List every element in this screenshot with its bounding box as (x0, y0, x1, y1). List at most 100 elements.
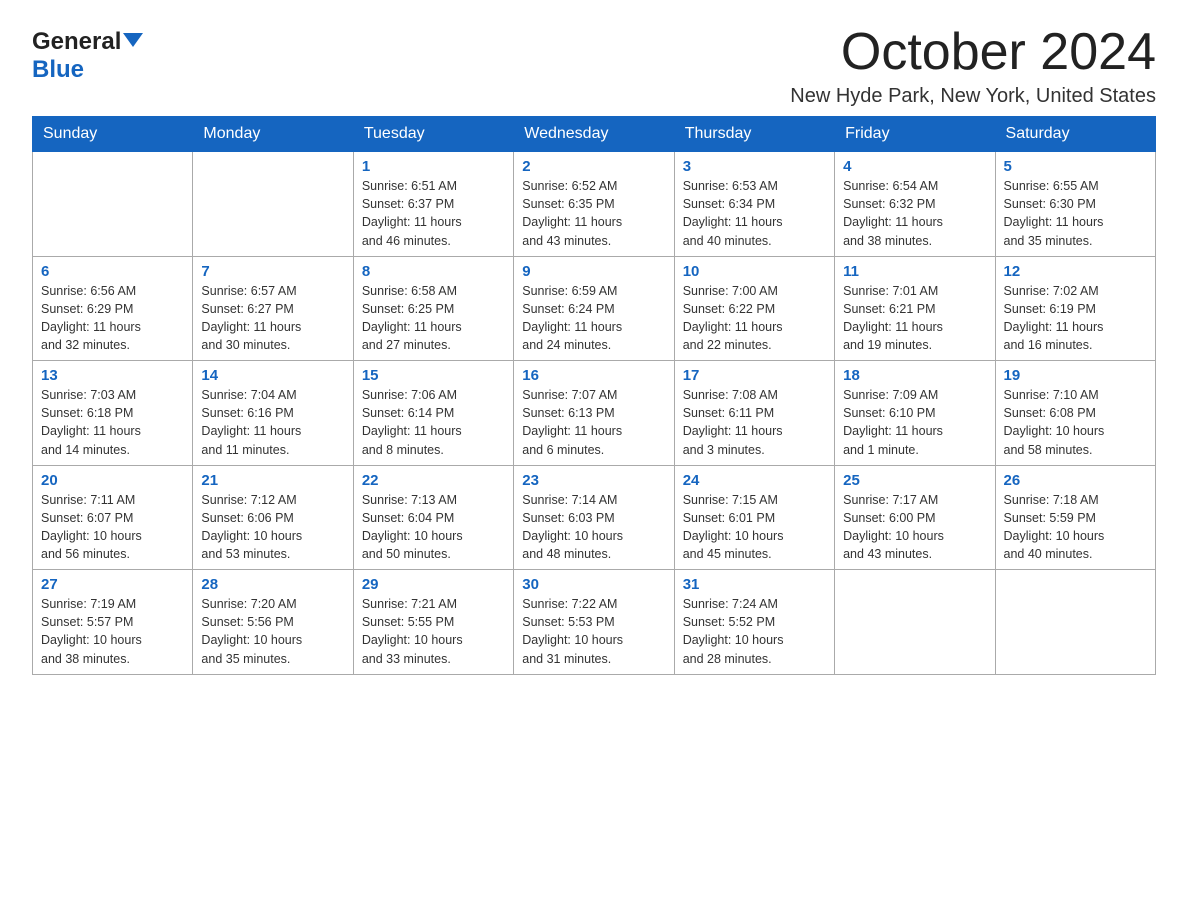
location-title: New Hyde Park, New York, United States (790, 85, 1156, 108)
calendar-week-row: 27Sunrise: 7:19 AMSunset: 5:57 PMDayligh… (33, 570, 1156, 675)
day-number: 11 (843, 263, 986, 280)
weekday-header-thursday: Thursday (674, 117, 834, 152)
day-number: 5 (1004, 158, 1147, 175)
calendar-cell: 9 Sunrise: 6:59 AMSunset: 6:24 PMDaylight… (514, 256, 674, 361)
calendar-week-row: 6Sunrise: 6:56 AMSunset: 6:29 PMDaylight… (33, 256, 1156, 361)
day-number: 21 (201, 472, 344, 489)
day-number: 8 (362, 263, 505, 280)
day-number: 3 (683, 158, 826, 175)
day-info: Sunrise: 7:20 AMSunset: 5:56 PMDaylight:… (201, 595, 344, 668)
day-number: 7 (201, 263, 344, 280)
calendar-cell: 5 Sunrise: 6:55 AMSunset: 6:30 PMDaylight… (995, 152, 1155, 257)
calendar-cell: 14 Sunrise: 7:04 AMSunset: 6:16 PMDayligh… (193, 361, 353, 466)
calendar-cell: 24 Sunrise: 7:15 AMSunset: 6:01 PMDayligh… (674, 465, 834, 570)
day-number: 29 (362, 576, 505, 593)
day-info: Sunrise: 7:04 AMSunset: 6:16 PMDaylight:… (201, 386, 344, 459)
day-number: 20 (41, 472, 184, 489)
calendar-cell: 23Sunrise: 7:14 AMSunset: 6:03 PMDayligh… (514, 465, 674, 570)
calendar-cell: 18Sunrise: 7:09 AMSunset: 6:10 PMDayligh… (835, 361, 995, 466)
calendar-cell: 2 Sunrise: 6:52 AMSunset: 6:35 PMDaylight… (514, 152, 674, 257)
day-number: 26 (1004, 472, 1147, 489)
day-info: Sunrise: 7:15 AMSunset: 6:01 PMDaylight:… (683, 491, 826, 564)
calendar-cell: 7 Sunrise: 6:57 AMSunset: 6:27 PMDaylight… (193, 256, 353, 361)
day-number: 28 (201, 576, 344, 593)
calendar-cell: 13 Sunrise: 7:03 AMSunset: 6:18 PMDayligh… (33, 361, 193, 466)
day-info: Sunrise: 7:17 AMSunset: 6:00 PMDaylight:… (843, 491, 986, 564)
day-info: Sunrise: 7:06 AMSunset: 6:14 PMDaylight:… (362, 386, 505, 459)
day-number: 16 (522, 367, 665, 384)
day-number: 31 (683, 576, 826, 593)
calendar-cell: 6Sunrise: 6:56 AMSunset: 6:29 PMDaylight… (33, 256, 193, 361)
day-info: Sunrise: 7:14 AMSunset: 6:03 PMDaylight:… (522, 491, 665, 564)
day-info: Sunrise: 6:57 AMSunset: 6:27 PMDaylight:… (201, 282, 344, 355)
day-info: Sunrise: 7:11 AMSunset: 6:07 PMDaylight:… (41, 491, 184, 564)
calendar-week-row: 20 Sunrise: 7:11 AMSunset: 6:07 PMDayligh… (33, 465, 1156, 570)
calendar-cell: 1 Sunrise: 6:51 AMSunset: 6:37 PMDaylight… (353, 152, 513, 257)
day-info: Sunrise: 7:03 AMSunset: 6:18 PMDaylight:… (41, 386, 184, 459)
calendar-cell: 29 Sunrise: 7:21 AMSunset: 5:55 PMDayligh… (353, 570, 513, 675)
logo-triangle-icon (123, 33, 143, 47)
calendar-cell: 30 Sunrise: 7:22 AMSunset: 5:53 PMDayligh… (514, 570, 674, 675)
weekday-header-row: SundayMondayTuesdayWednesdayThursdayFrid… (33, 117, 1156, 152)
month-title: October 2024 (790, 24, 1156, 81)
day-number: 13 (41, 367, 184, 384)
day-info: Sunrise: 6:59 AMSunset: 6:24 PMDaylight:… (522, 282, 665, 355)
day-info: Sunrise: 7:00 AMSunset: 6:22 PMDaylight:… (683, 282, 826, 355)
weekday-header-wednesday: Wednesday (514, 117, 674, 152)
day-info: Sunrise: 6:51 AMSunset: 6:37 PMDaylight:… (362, 177, 505, 250)
day-info: Sunrise: 7:22 AMSunset: 5:53 PMDaylight:… (522, 595, 665, 668)
weekday-header-sunday: Sunday (33, 117, 193, 152)
day-number: 9 (522, 263, 665, 280)
logo-general-text: General (32, 28, 121, 56)
calendar-header: SundayMondayTuesdayWednesdayThursdayFrid… (33, 117, 1156, 152)
day-info: Sunrise: 7:12 AMSunset: 6:06 PMDaylight:… (201, 491, 344, 564)
calendar-cell: 22Sunrise: 7:13 AMSunset: 6:04 PMDayligh… (353, 465, 513, 570)
calendar-cell: 19Sunrise: 7:10 AMSunset: 6:08 PMDayligh… (995, 361, 1155, 466)
day-info: Sunrise: 6:55 AMSunset: 6:30 PMDaylight:… (1004, 177, 1147, 250)
day-number: 10 (683, 263, 826, 280)
day-info: Sunrise: 7:18 AMSunset: 5:59 PMDaylight:… (1004, 491, 1147, 564)
weekday-header-saturday: Saturday (995, 117, 1155, 152)
calendar-cell: 8 Sunrise: 6:58 AMSunset: 6:25 PMDaylight… (353, 256, 513, 361)
day-number: 14 (201, 367, 344, 384)
day-number: 30 (522, 576, 665, 593)
calendar-cell: 17 Sunrise: 7:08 AMSunset: 6:11 PMDayligh… (674, 361, 834, 466)
calendar-cell (835, 570, 995, 675)
calendar-week-row: 1 Sunrise: 6:51 AMSunset: 6:37 PMDaylight… (33, 152, 1156, 257)
calendar-cell (995, 570, 1155, 675)
calendar-cell: 26 Sunrise: 7:18 AMSunset: 5:59 PMDayligh… (995, 465, 1155, 570)
calendar-cell: 16Sunrise: 7:07 AMSunset: 6:13 PMDayligh… (514, 361, 674, 466)
day-info: Sunrise: 7:10 AMSunset: 6:08 PMDaylight:… (1004, 386, 1147, 459)
day-number: 12 (1004, 263, 1147, 280)
day-info: Sunrise: 7:24 AMSunset: 5:52 PMDaylight:… (683, 595, 826, 668)
day-info: Sunrise: 7:19 AMSunset: 5:57 PMDaylight:… (41, 595, 184, 668)
day-info: Sunrise: 6:56 AMSunset: 6:29 PMDaylight:… (41, 282, 184, 355)
day-number: 2 (522, 158, 665, 175)
day-info: Sunrise: 6:52 AMSunset: 6:35 PMDaylight:… (522, 177, 665, 250)
day-info: Sunrise: 7:02 AMSunset: 6:19 PMDaylight:… (1004, 282, 1147, 355)
day-info: Sunrise: 7:13 AMSunset: 6:04 PMDaylight:… (362, 491, 505, 564)
day-info: Sunrise: 7:21 AMSunset: 5:55 PMDaylight:… (362, 595, 505, 668)
weekday-header-tuesday: Tuesday (353, 117, 513, 152)
day-number: 24 (683, 472, 826, 489)
calendar-cell: 10 Sunrise: 7:00 AMSunset: 6:22 PMDayligh… (674, 256, 834, 361)
calendar-week-row: 13 Sunrise: 7:03 AMSunset: 6:18 PMDayligh… (33, 361, 1156, 466)
day-info: Sunrise: 6:54 AMSunset: 6:32 PMDaylight:… (843, 177, 986, 250)
calendar-cell: 25 Sunrise: 7:17 AMSunset: 6:00 PMDayligh… (835, 465, 995, 570)
calendar-cell: 3 Sunrise: 6:53 AMSunset: 6:34 PMDaylight… (674, 152, 834, 257)
day-info: Sunrise: 6:58 AMSunset: 6:25 PMDaylight:… (362, 282, 505, 355)
day-info: Sunrise: 7:08 AMSunset: 6:11 PMDaylight:… (683, 386, 826, 459)
day-number: 18 (843, 367, 986, 384)
calendar-cell: 4Sunrise: 6:54 AMSunset: 6:32 PMDaylight… (835, 152, 995, 257)
calendar-cell (193, 152, 353, 257)
page-header: General Blue October 2024 New Hyde Park,… (32, 24, 1156, 108)
calendar-cell: 15Sunrise: 7:06 AMSunset: 6:14 PMDayligh… (353, 361, 513, 466)
calendar-body: 1 Sunrise: 6:51 AMSunset: 6:37 PMDaylight… (33, 152, 1156, 675)
day-number: 17 (683, 367, 826, 384)
title-area: October 2024 New Hyde Park, New York, Un… (790, 24, 1156, 108)
day-number: 25 (843, 472, 986, 489)
day-info: Sunrise: 6:53 AMSunset: 6:34 PMDaylight:… (683, 177, 826, 250)
day-number: 1 (362, 158, 505, 175)
calendar-cell (33, 152, 193, 257)
calendar-cell: 12 Sunrise: 7:02 AMSunset: 6:19 PMDayligh… (995, 256, 1155, 361)
